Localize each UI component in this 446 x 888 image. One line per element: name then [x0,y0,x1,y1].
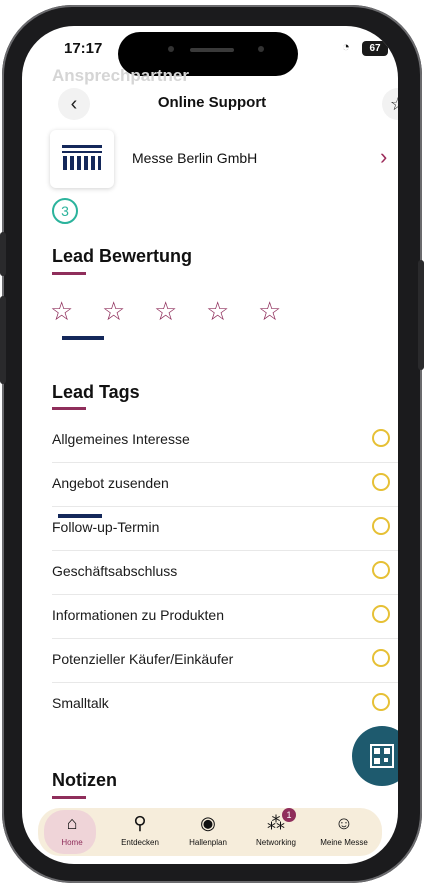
qr-cell [374,748,380,754]
rating-star-2[interactable]: ☆ [102,296,125,326]
lead-tags-title: Lead Tags [52,382,140,402]
lead-rating-title: Lead Bewertung [52,246,193,266]
nav-item-meine-messe[interactable]: ☺ Meine Messe [312,808,376,856]
tag-row[interactable]: Potenzieller Käufer/Einkäufer [52,638,398,683]
home-icon: ⌂ [66,813,78,833]
rating-star-1[interactable]: ☆ [50,296,73,326]
nav-label: Networking [255,838,296,847]
messe-logo-icon [62,145,102,170]
phone-power-button [418,260,424,370]
tag-radio[interactable] [372,473,390,491]
location-pin-icon: ◉ [200,813,216,833]
tag-row[interactable]: Angebot zusenden [52,462,398,507]
tag-label: Angebot zusenden [52,475,169,491]
tag-row[interactable]: Geschäftsabschluss [52,550,398,595]
favorite-button[interactable]: ☆ [382,88,398,120]
star-outline-icon: ☆ [389,93,398,114]
tag-label: Potenzieller Käufer/Einkäufer [52,651,234,667]
notes-title: Notizen [52,770,117,790]
tag-radio[interactable] [372,649,390,667]
top-nav-bar: ‹ Online Support ☆ [22,84,398,124]
camera-dot [168,46,174,52]
qr-code-icon [370,744,394,768]
nav-item-hallenplan[interactable]: ◉ Hallenplan [176,808,240,856]
tag-radio[interactable] [372,605,390,623]
chevron-right-icon: › [380,144,388,169]
nav-item-entdecken[interactable]: ⚲ Entdecken [108,808,172,856]
qr-scan-button[interactable] [352,726,398,786]
user-icon: ☺ [334,813,354,833]
section-underline [52,272,86,275]
faded-page-title: Ansprechpartner [52,66,189,85]
wifi-icon: ◔ [342,39,350,54]
tag-radio[interactable] [372,693,390,711]
tag-row[interactable]: Smalltalk [52,682,398,726]
network-icon: ⁂ [267,813,285,833]
tag-label: Informationen zu Produkten [52,607,224,623]
company-row[interactable]: Messe Berlin GmbH › [50,130,396,188]
phone-volume-button [0,296,6,384]
page-title: Online Support [157,94,267,111]
tag-row[interactable]: Informationen zu Produkten [52,594,398,639]
bottom-nav: ⌂ Home ⚲ Entdecken ◉ Hallenplan ⁂ 1 Netw… [38,808,382,856]
app-screen: 17:17 ◔ 67 Ansprechpartner ‹ Online Supp… [22,26,398,864]
rating-star-4[interactable]: ☆ [206,296,229,326]
nav-label: Meine Messe [320,838,368,847]
tag-row[interactable]: Follow-up-Termin [52,506,398,551]
sensor-dot [258,46,264,52]
back-button[interactable]: ‹ [58,88,90,120]
status-time: 17:17 [64,40,103,57]
tag-row[interactable]: Allgemeines Interesse [52,418,398,463]
tag-radio[interactable] [372,429,390,447]
section-underline [52,796,86,799]
nav-label: Entdecken [121,838,159,847]
tag-label: Smalltalk [52,695,109,711]
nav-item-home[interactable]: ⌂ Home [40,808,104,856]
phone-side-button [0,232,6,276]
rating-star-3[interactable]: ☆ [154,296,177,326]
nav-label: Home [61,838,83,847]
notification-badge: 1 [282,808,296,822]
qr-cell [384,758,388,762]
status-icons: ◔ 67 [340,39,388,57]
tag-radio[interactable] [372,517,390,535]
nav-label: Hallenplan [189,838,227,847]
section-underline [52,407,86,410]
battery-icon: 67 [362,41,388,56]
nav-item-networking[interactable]: ⁂ 1 Networking [244,808,308,856]
company-logo [50,130,114,188]
search-icon: ⚲ [133,813,147,833]
tag-label: Geschäftsabschluss [52,563,178,579]
tag-label: Follow-up-Termin [52,519,160,535]
qr-cell [374,758,380,764]
island-bar [190,48,234,52]
step-badge: 3 [52,198,78,224]
tag-label: Allgemeines Interesse [52,431,190,447]
chevron-left-icon: ‹ [70,92,78,115]
company-name: Messe Berlin GmbH [132,150,258,166]
navy-marker [58,514,102,518]
navy-marker [62,336,104,340]
qr-cell [384,748,390,754]
tag-radio[interactable] [372,561,390,579]
rating-star-5[interactable]: ☆ [258,296,281,326]
